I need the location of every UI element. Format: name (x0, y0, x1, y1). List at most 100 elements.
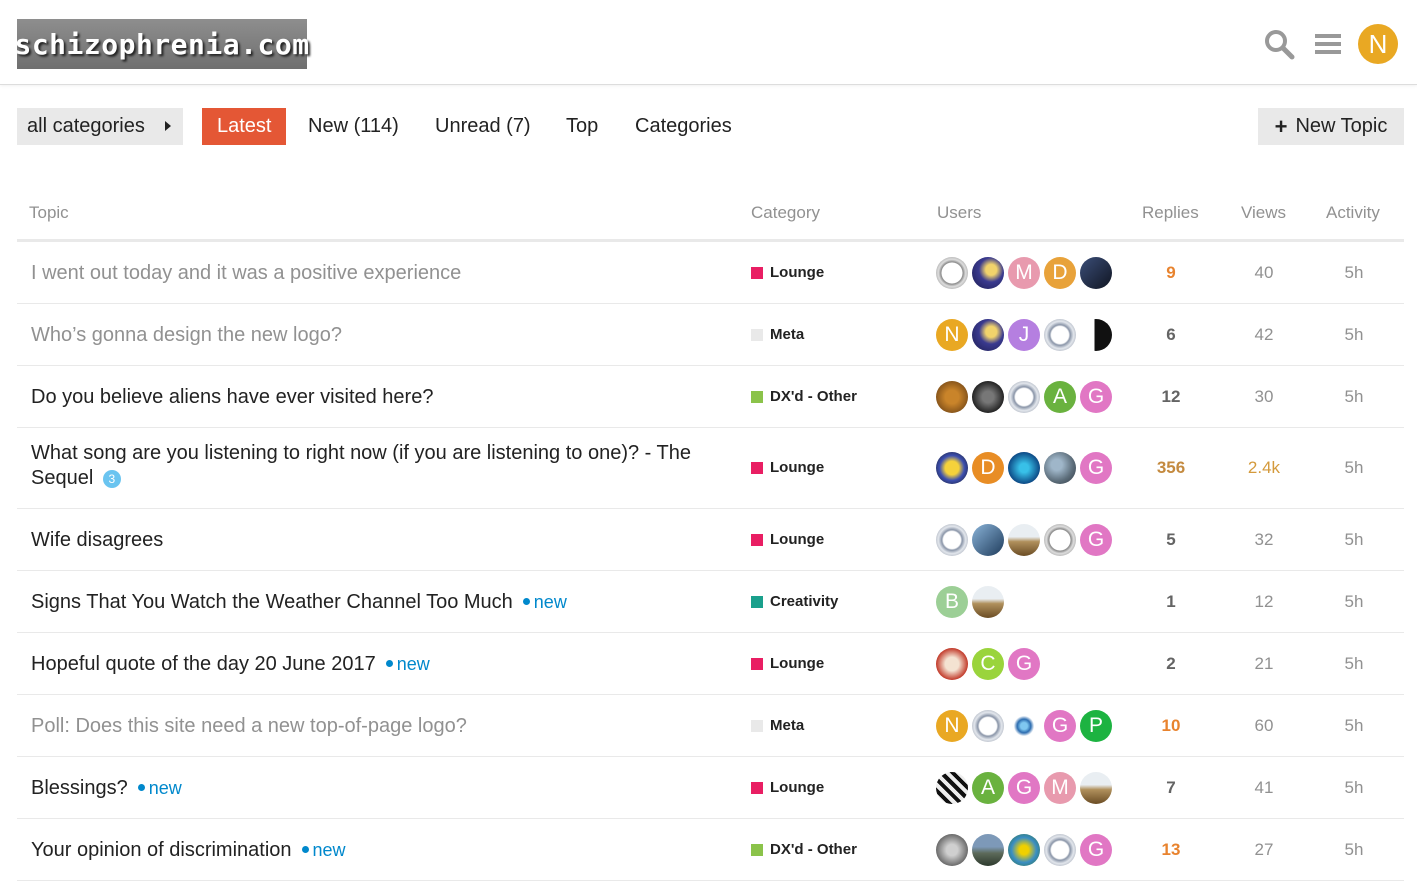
face-avatar-icon[interactable] (936, 452, 968, 484)
new-topic-indicator[interactable]: new (301, 840, 346, 860)
topic-title-link[interactable]: Your opinion of discrimination (31, 839, 292, 861)
category-badge[interactable]: Creativity (751, 593, 838, 610)
category-badge[interactable]: Lounge (751, 655, 824, 672)
replies-count[interactable]: 1 (1141, 592, 1201, 612)
new-topic-indicator[interactable]: new (385, 654, 430, 674)
ring-avatar-icon[interactable] (1044, 834, 1076, 866)
topic-title-link[interactable]: I went out today and it was a positive e… (31, 262, 461, 284)
site-logo[interactable]: schizophrenia.com (14, 19, 309, 69)
user-avatar[interactable]: G (1008, 772, 1040, 804)
user-avatar[interactable]: M (1008, 257, 1040, 289)
category-badge[interactable]: Lounge (751, 459, 824, 476)
topic-title-link[interactable]: Wife disagrees (31, 529, 163, 551)
photo-dark-avatar-icon[interactable] (1080, 257, 1112, 289)
user-avatar[interactable]: A (972, 772, 1004, 804)
user-avatar[interactable]: B (936, 586, 968, 618)
category-badge[interactable]: Meta (751, 717, 804, 734)
moon-avatar-icon[interactable] (972, 319, 1004, 351)
replies-count[interactable]: 2 (1141, 654, 1201, 674)
user-avatar[interactable]: N (1358, 24, 1398, 64)
replies-count[interactable]: 10 (1141, 716, 1201, 736)
user-avatar[interactable]: N (936, 710, 968, 742)
user-avatar[interactable]: C (972, 648, 1004, 680)
tab-latest[interactable]: Latest (202, 108, 286, 145)
topic-title-link[interactable]: What song are you listening to right now… (31, 442, 691, 489)
topic-title-link[interactable]: Poll: Does this site need a new top-of-p… (31, 715, 467, 737)
star-avatar-icon[interactable] (1008, 710, 1040, 742)
user-avatar[interactable]: A (1044, 381, 1076, 413)
column-replies[interactable]: Replies (1142, 203, 1199, 223)
new-topic-button[interactable]: + New Topic (1258, 108, 1404, 145)
ring-avatar-icon[interactable] (936, 524, 968, 556)
column-activity[interactable]: Activity (1326, 203, 1380, 223)
bird-blue-avatar-icon[interactable] (972, 524, 1004, 556)
portrait-avatar-icon[interactable] (936, 834, 968, 866)
activity-time[interactable]: 5h (1324, 387, 1384, 407)
category-badge[interactable]: Lounge (751, 779, 824, 796)
tab-unread[interactable]: Unread (7) (420, 108, 546, 145)
replies-count[interactable]: 13 (1141, 840, 1201, 860)
search-icon[interactable] (1261, 26, 1297, 62)
column-category[interactable]: Category (751, 203, 820, 223)
user-avatar[interactable]: G (1080, 834, 1112, 866)
new-topic-indicator[interactable]: new (137, 778, 182, 798)
user-avatar[interactable]: M (1044, 772, 1076, 804)
activity-time[interactable]: 5h (1324, 840, 1384, 860)
new-topic-indicator[interactable]: new (522, 592, 567, 612)
replies-count[interactable]: 6 (1141, 325, 1201, 345)
bird-avatar-icon[interactable] (1080, 319, 1112, 351)
activity-time[interactable]: 5h (1324, 778, 1384, 798)
hamburger-icon[interactable] (1310, 26, 1346, 62)
activity-time[interactable]: 5h (1324, 263, 1384, 283)
landscape-avatar-icon[interactable] (972, 586, 1004, 618)
replies-count[interactable]: 9 (1141, 263, 1201, 283)
clock-avatar-icon[interactable] (1044, 524, 1076, 556)
landscape-avatar-icon[interactable] (1008, 524, 1040, 556)
tab-categories[interactable]: Categories (620, 108, 747, 145)
user-avatar[interactable]: G (1080, 381, 1112, 413)
clock-avatar-icon[interactable] (936, 257, 968, 289)
category-badge[interactable]: Lounge (751, 264, 824, 281)
topic-title-link[interactable]: Who’s gonna design the new logo? (31, 324, 342, 346)
ring-avatar-icon[interactable] (1044, 319, 1076, 351)
user-avatar[interactable]: G (1008, 648, 1040, 680)
activity-time[interactable]: 5h (1324, 654, 1384, 674)
activity-time[interactable]: 5h (1324, 530, 1384, 550)
user-avatar[interactable]: G (1080, 524, 1112, 556)
zebra-avatar-icon[interactable] (936, 772, 968, 804)
activity-time[interactable]: 5h (1324, 458, 1384, 478)
replies-count[interactable]: 12 (1141, 387, 1201, 407)
santa-avatar-icon[interactable] (936, 648, 968, 680)
replies-count[interactable]: 7 (1141, 778, 1201, 798)
user-avatar[interactable]: N (936, 319, 968, 351)
category-dropdown[interactable]: all categories (17, 108, 183, 145)
column-topic[interactable]: Topic (29, 203, 69, 223)
replies-count[interactable]: 5 (1141, 530, 1201, 550)
mountain-avatar-icon[interactable] (972, 834, 1004, 866)
user-avatar[interactable]: G (1080, 452, 1112, 484)
user-avatar[interactable]: D (1044, 257, 1076, 289)
category-badge[interactable]: DX'd - Other (751, 388, 857, 405)
topic-title-link[interactable]: Do you believe aliens have ever visited … (31, 386, 433, 408)
planet-avatar-icon[interactable] (1044, 452, 1076, 484)
category-badge[interactable]: Meta (751, 326, 804, 343)
lion-avatar-icon[interactable] (936, 381, 968, 413)
column-views[interactable]: Views (1241, 203, 1286, 223)
unread-count-badge[interactable]: 3 (102, 469, 121, 488)
activity-time[interactable]: 5h (1324, 716, 1384, 736)
activity-time[interactable]: 5h (1324, 592, 1384, 612)
user-avatar[interactable]: P (1080, 710, 1112, 742)
topic-title-link[interactable]: Blessings? (31, 777, 128, 799)
category-badge[interactable]: DX'd - Other (751, 841, 857, 858)
cat-avatar-icon[interactable] (972, 381, 1004, 413)
ring-avatar-icon[interactable] (1008, 381, 1040, 413)
tab-top[interactable]: Top (551, 108, 613, 145)
ring-avatar-icon[interactable] (972, 710, 1004, 742)
topic-title-link[interactable]: Hopeful quote of the day 20 June 2017 (31, 653, 376, 675)
figure-avatar-icon[interactable] (1008, 834, 1040, 866)
activity-time[interactable]: 5h (1324, 325, 1384, 345)
user-avatar[interactable]: D (972, 452, 1004, 484)
user-avatar[interactable]: J (1008, 319, 1040, 351)
landscape-avatar-icon[interactable] (1080, 772, 1112, 804)
user-avatar[interactable]: G (1044, 710, 1076, 742)
